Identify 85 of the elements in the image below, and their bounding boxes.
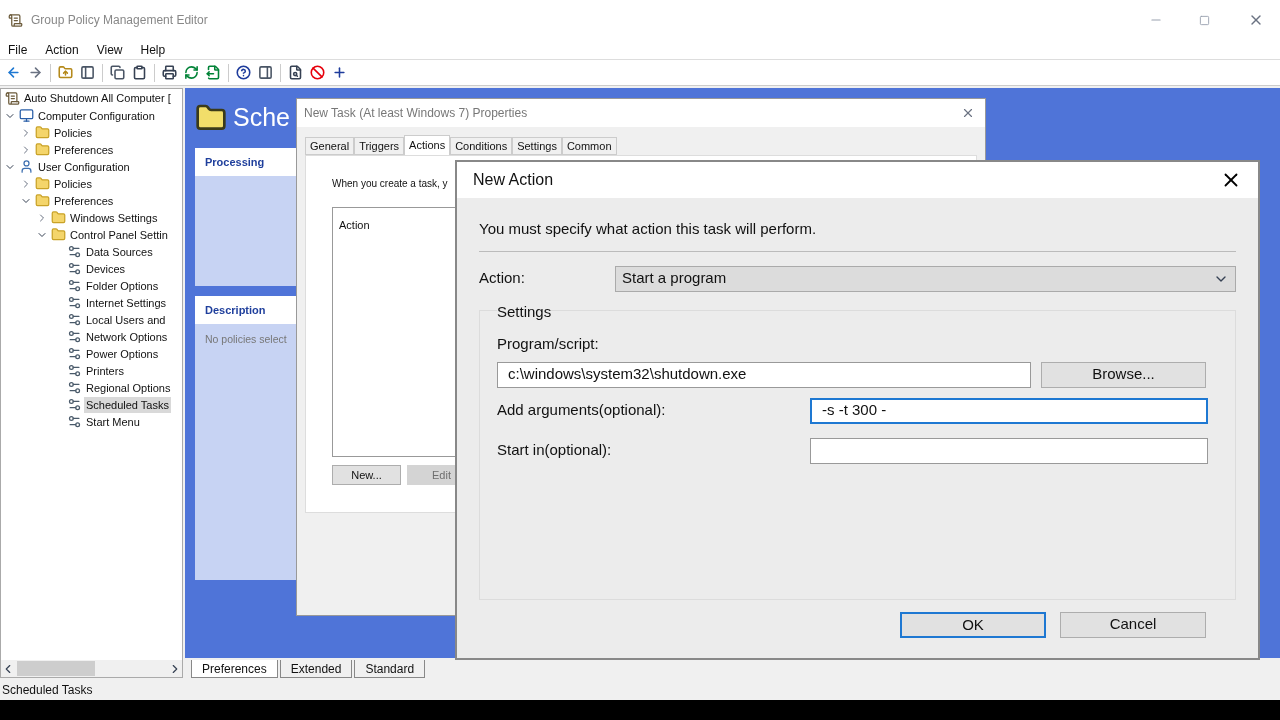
tree-item[interactable]: Devices xyxy=(84,260,128,277)
stop-icon[interactable] xyxy=(308,63,327,82)
field-label: Program/script: xyxy=(497,334,600,354)
folder-icon xyxy=(35,193,50,208)
tree-item[interactable]: Preferences xyxy=(52,192,116,209)
panel-title: Processing xyxy=(205,154,265,170)
scroll-icon xyxy=(5,91,20,106)
printer-icon[interactable] xyxy=(160,63,179,82)
menu-item[interactable]: View xyxy=(96,40,123,59)
dialog-button[interactable]: Cancel xyxy=(1060,611,1206,638)
prompt-text: You must specify what action this task will perform. xyxy=(479,218,1236,252)
tab[interactable]: Common xyxy=(561,137,617,155)
settings-icon xyxy=(67,261,82,276)
field-label: Start in(optional): xyxy=(497,440,613,461)
panel-title: Description xyxy=(205,302,266,318)
tree-item[interactable]: Policies xyxy=(52,124,94,141)
input-field[interactable]: -s -t 300 - xyxy=(810,397,1208,424)
window-title: Group Policy Management Editor xyxy=(31,12,208,29)
dialog-button[interactable]: OK xyxy=(900,611,1046,638)
menu-item[interactable]: Help xyxy=(140,40,166,59)
settings-icon xyxy=(67,312,82,327)
tab[interactable]: Settings xyxy=(512,137,562,155)
sheet-tab[interactable]: Standard xyxy=(354,660,426,678)
tree-item[interactable]: Computer Configuration xyxy=(36,107,157,124)
settings-icon xyxy=(67,329,82,344)
status-text: Scheduled Tasks xyxy=(2,682,93,699)
browse-button[interactable]: Browse... xyxy=(1041,361,1206,388)
tab[interactable]: Actions xyxy=(404,135,451,155)
tree-item[interactable]: Policies xyxy=(52,175,94,192)
panel-icon[interactable] xyxy=(78,63,97,82)
tree-item[interactable]: Folder Options xyxy=(84,277,161,294)
field-label: Add arguments(optional): xyxy=(497,400,667,421)
help-icon[interactable] xyxy=(234,63,253,82)
tab[interactable]: Triggers xyxy=(354,137,405,155)
tree-root[interactable]: Auto Shutdown All Computer [ xyxy=(24,90,171,107)
tree-item[interactable]: Network Options xyxy=(84,328,170,345)
settings-icon xyxy=(67,414,82,429)
settings-icon xyxy=(67,380,82,395)
input-field[interactable]: c:\windows\system32\shutdown.exe xyxy=(497,361,1031,388)
panel-text: No policies select xyxy=(204,332,288,347)
tree-item[interactable]: Preferences xyxy=(52,141,116,158)
input-field[interactable] xyxy=(810,437,1208,464)
intro-text: When you create a task, y xyxy=(332,177,448,191)
tree-item[interactable]: Control Panel Settin xyxy=(68,226,170,243)
settings-icon xyxy=(67,397,82,412)
settings-icon xyxy=(67,346,82,361)
menu-item[interactable]: File xyxy=(8,40,28,59)
dialog-title: New Task (At least Windows 7) Properties xyxy=(304,105,529,122)
tab[interactable]: General xyxy=(305,137,355,155)
app-icon xyxy=(8,12,23,28)
action-dropdown[interactable]: Start a program xyxy=(615,265,1236,292)
field-label: Action: xyxy=(479,268,526,289)
settings-icon xyxy=(67,363,82,378)
sheet-tab[interactable]: Extended xyxy=(279,660,353,678)
tree-item[interactable]: Local Users and xyxy=(84,311,168,328)
tab[interactable]: Conditions xyxy=(450,137,513,155)
folder-icon xyxy=(35,125,50,140)
tree-item[interactable]: Regional Options xyxy=(84,379,173,396)
tree-item[interactable]: Scheduled Tasks xyxy=(84,396,171,413)
folder-icon xyxy=(35,142,50,157)
folder-icon xyxy=(51,227,66,242)
column-header: Action xyxy=(339,219,370,231)
dialog-button[interactable]: New... xyxy=(332,465,401,485)
tree-item[interactable]: User Configuration xyxy=(36,158,132,175)
menu-item[interactable]: Action xyxy=(45,40,79,59)
user-icon xyxy=(19,159,34,174)
tree-item[interactable]: Windows Settings xyxy=(68,209,160,226)
folder-icon xyxy=(51,210,66,225)
refresh-icon[interactable] xyxy=(182,63,201,82)
copy-icon[interactable] xyxy=(108,63,127,82)
settings-icon xyxy=(67,244,82,259)
tree-item[interactable]: Data Sources xyxy=(84,243,155,260)
settings-icon xyxy=(67,295,82,310)
settings-icon xyxy=(67,278,82,293)
sheet-tab[interactable]: Preferences xyxy=(191,660,278,678)
panel-icon[interactable] xyxy=(256,63,275,82)
computer-icon xyxy=(19,108,34,123)
tree-item[interactable]: Internet Settings xyxy=(84,294,169,311)
scrollbar-thumb[interactable] xyxy=(17,661,95,676)
tree-item[interactable]: Printers xyxy=(84,362,126,379)
tree-item[interactable]: Power Options xyxy=(84,345,161,362)
tree-item[interactable]: Start Menu xyxy=(84,413,142,430)
dialog-title: New Action xyxy=(473,170,555,190)
folder-icon xyxy=(35,176,50,191)
heading: Sche xyxy=(233,102,290,134)
